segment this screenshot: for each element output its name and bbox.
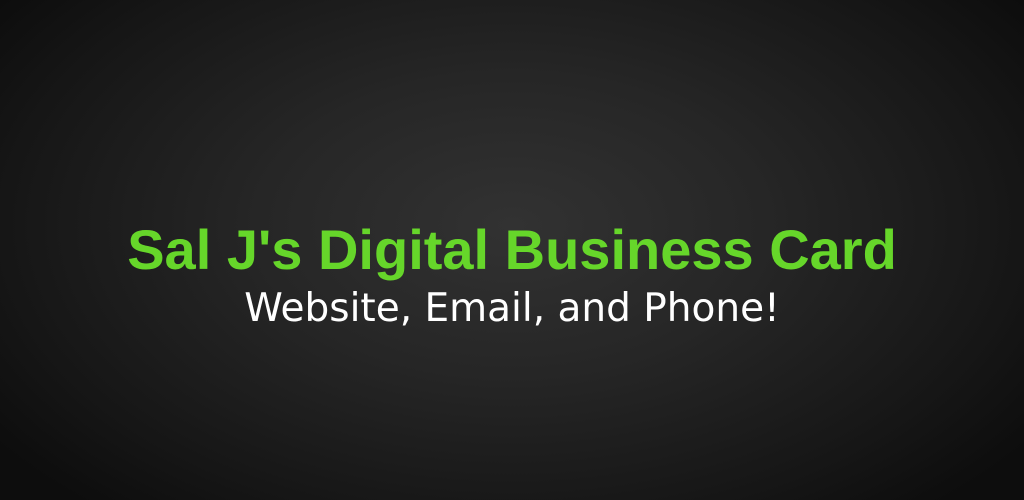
banner-subtitle: Website, Email, and Phone! [244,286,780,331]
banner-title: Sal J's Digital Business Card [127,218,897,281]
promo-banner: Sal J's Digital Business Card Website, E… [0,0,1024,500]
